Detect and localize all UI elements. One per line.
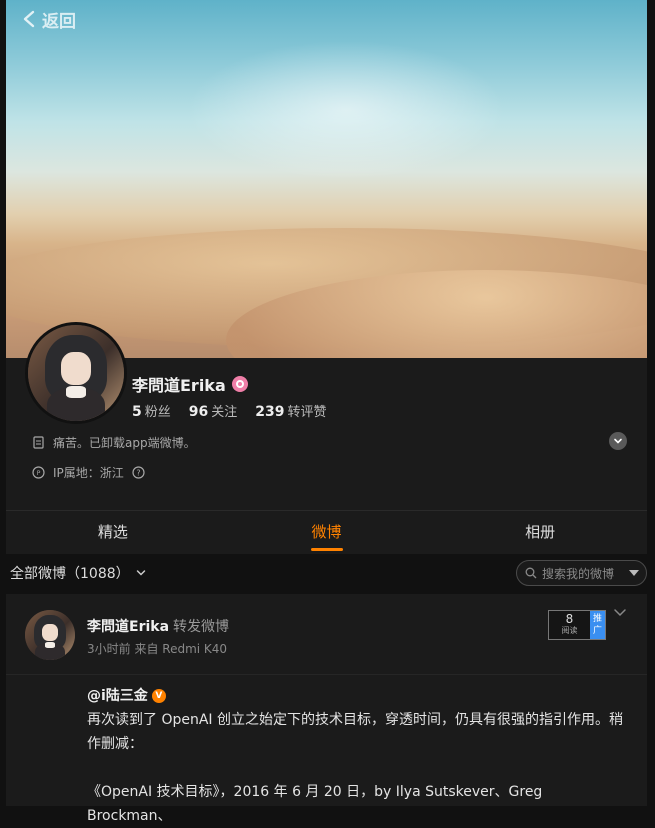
post-avatar[interactable] — [25, 610, 75, 660]
mention-link[interactable]: @i陆三金 — [87, 684, 148, 708]
stat-interactions[interactable]: 239 转评赞 — [255, 401, 326, 420]
ip-location-text: IP属地：浙江 — [53, 466, 124, 480]
promote-label[interactable]: 推广 — [590, 611, 605, 639]
post-card: 李問道Erika 转发微博 3小时前 来自 Redmi K40 8 阅读 推广 … — [6, 594, 647, 824]
member-badge-icon[interactable] — [231, 376, 248, 392]
search-input[interactable]: 搜索我的微博 — [516, 560, 647, 586]
all-posts-label: 全部微博（1088） — [10, 566, 130, 582]
mention-line: @i陆三金 V — [87, 684, 627, 708]
read-label: 阅读 — [561, 626, 578, 635]
tab-weibo[interactable]: 微博 — [220, 511, 434, 555]
post-body: @i陆三金 V 再次读到了 OpenAI 创立之始定下的技术目标，穿透时间，仍具… — [87, 684, 627, 828]
search-placeholder: 搜索我的微博 — [542, 566, 615, 581]
expand-profile-button[interactable] — [609, 432, 627, 450]
svg-text:P: P — [37, 470, 41, 477]
bio-text: 痛苦。已卸载app端微博。 — [53, 436, 196, 450]
chevron-down-icon — [136, 570, 145, 576]
profile-bio: 痛苦。已卸载app端微博。 — [32, 434, 196, 451]
tab-album[interactable]: 相册 — [433, 511, 647, 555]
profile-tabs: 精选 微博 相册 — [6, 510, 647, 555]
chevron-down-icon — [614, 438, 622, 444]
banner-sky-glow — [186, 40, 506, 180]
chevron-down-icon[interactable] — [613, 608, 627, 618]
stat-following[interactable]: 96 关注 — [189, 401, 238, 420]
divider — [6, 674, 647, 675]
avatar[interactable] — [25, 322, 127, 424]
read-count: 8 — [565, 612, 574, 626]
back-label: 返回 — [42, 11, 76, 32]
all-posts-dropdown[interactable]: 全部微博（1088） — [10, 563, 146, 583]
svg-text:?: ? — [136, 469, 140, 478]
chevron-left-icon — [23, 10, 35, 28]
post-text: 再次读到了 OpenAI 创立之始定下的技术目标，穿透时间，仍具有很强的指引作用… — [87, 712, 623, 752]
ip-icon: P — [32, 466, 45, 479]
search-icon — [525, 567, 537, 579]
profile-name[interactable]: 李問道Erika — [132, 372, 226, 396]
stat-followers[interactable]: 5 粉丝 — [132, 401, 171, 420]
profile-stats: 5 粉丝 96 关注 239 转评赞 — [132, 401, 327, 420]
read-count-badge[interactable]: 8 阅读 推广 — [548, 610, 606, 640]
caret-down-icon[interactable] — [629, 570, 639, 576]
post-meta: 3小时前 来自 Redmi K40 — [87, 642, 228, 656]
back-button[interactable]: 返回 — [22, 6, 76, 32]
profile-ip-location: P IP属地：浙江 ? — [32, 464, 145, 481]
profile-panel: 李問道Erika 5 粉丝 96 关注 239 转评赞 痛苦。已卸载app端微博。 P… — [6, 322, 647, 555]
post-author[interactable]: 李問道Erika — [87, 616, 169, 636]
tab-featured[interactable]: 精选 — [6, 511, 220, 555]
profile-name-row: 李問道Erika — [132, 372, 248, 396]
document-icon — [33, 436, 44, 449]
post-action: 转发微博 — [173, 619, 229, 635]
help-icon[interactable]: ? — [132, 466, 145, 479]
post-quote-text: 《OpenAI 技术目标》，2016 年 6 月 20 日，by Ilya Su… — [87, 784, 543, 824]
verified-badge-icon: V — [151, 689, 166, 703]
cover-banner — [6, 0, 647, 358]
